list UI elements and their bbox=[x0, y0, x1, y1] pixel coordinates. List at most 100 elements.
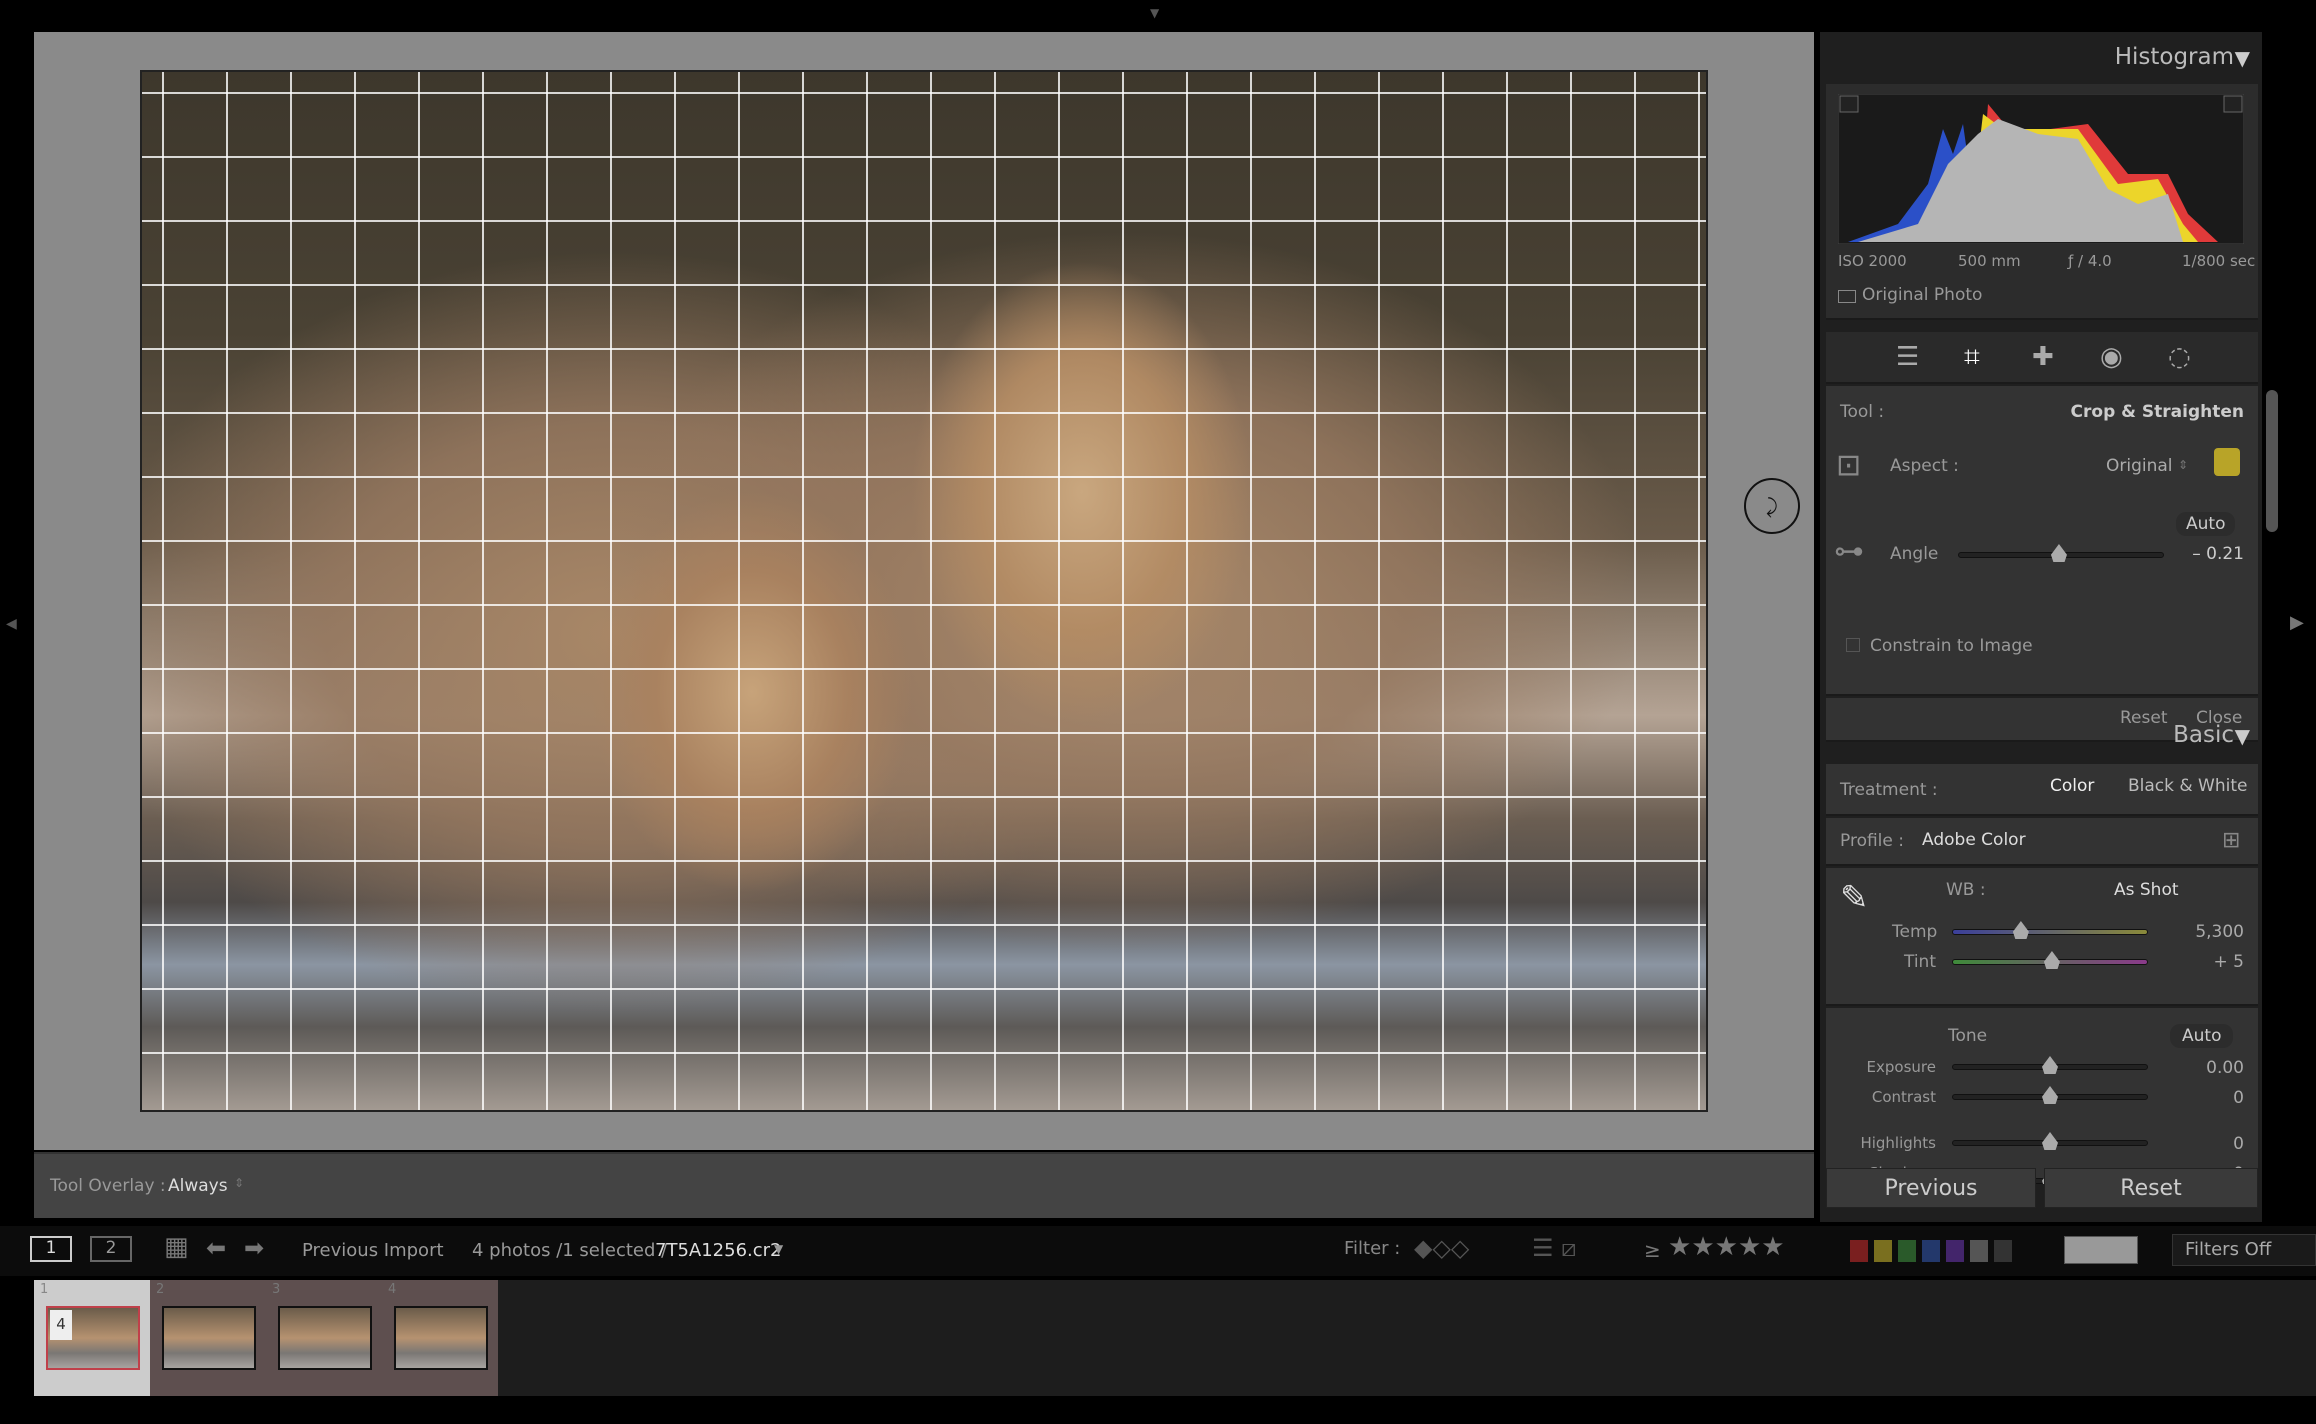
image-canvas[interactable]: ⤸ bbox=[34, 32, 1814, 1150]
color-label-swatch[interactable] bbox=[1898, 1240, 1916, 1262]
top-panel-toggle[interactable]: ▼ bbox=[1150, 6, 1159, 20]
color-label-swatch[interactable] bbox=[1994, 1240, 2012, 1262]
rating-operator[interactable]: ≥ bbox=[1644, 1238, 1661, 1262]
left-panel-toggle[interactable]: ◀ bbox=[6, 616, 17, 632]
grid-view-icon[interactable]: ▦ bbox=[164, 1232, 189, 1262]
collapse-triangle-icon[interactable]: ▼ bbox=[2235, 724, 2250, 748]
auto-straighten-button[interactable]: Auto bbox=[2176, 512, 2236, 536]
wb-label: WB : bbox=[1946, 880, 1986, 900]
tone-auto-button[interactable]: Auto bbox=[2170, 1024, 2234, 1048]
temp-label: Temp bbox=[1892, 922, 1938, 942]
tint-value[interactable]: + 5 bbox=[2214, 952, 2244, 972]
right-panel-toggle-icon[interactable]: ▶ bbox=[2290, 612, 2304, 633]
highlights-slider[interactable] bbox=[1952, 1132, 2148, 1150]
color-label-swatch[interactable] bbox=[1874, 1240, 1892, 1262]
forward-arrow-icon[interactable]: ➡ bbox=[244, 1234, 264, 1262]
tool-overlay-label: Tool Overlay : bbox=[50, 1176, 166, 1196]
crop-reset-button[interactable]: Reset bbox=[2120, 708, 2168, 728]
photo-crop-area[interactable] bbox=[140, 70, 1708, 1112]
rating-filter[interactable]: ★★★★★ bbox=[1668, 1232, 1785, 1262]
previous-button[interactable]: Previous bbox=[1826, 1168, 2036, 1208]
red-eye-icon[interactable]: ◉ bbox=[2100, 342, 2123, 372]
second-window-button[interactable]: 2 bbox=[90, 1236, 132, 1262]
eyedropper-icon[interactable]: ✎ bbox=[1840, 878, 1869, 918]
original-photo-checkbox[interactable] bbox=[1838, 290, 1856, 303]
contrast-slider-thumb[interactable] bbox=[2042, 1086, 2058, 1104]
angle-slider[interactable] bbox=[1958, 544, 2164, 562]
profile-label: Profile : bbox=[1840, 831, 1904, 851]
aperture: ƒ / 4.0 bbox=[2068, 252, 2112, 270]
dropdown-icon[interactable]: ▼ bbox=[774, 1242, 783, 1256]
filters-off-select[interactable]: Filters Off bbox=[2172, 1234, 2316, 1266]
aspect-select[interactable]: Original bbox=[2106, 456, 2173, 476]
color-label-swatch[interactable] bbox=[1850, 1240, 1868, 1262]
angle-slider-thumb[interactable] bbox=[2050, 544, 2067, 562]
contrast-value[interactable]: 0 bbox=[2233, 1088, 2244, 1108]
crop-icon[interactable]: ⌗ bbox=[1964, 340, 1980, 374]
thumb-index: 1 bbox=[40, 1282, 49, 1297]
reset-button[interactable]: Reset bbox=[2044, 1168, 2258, 1208]
color-label-filter[interactable] bbox=[1850, 1240, 2018, 1266]
crop-frame-icon[interactable]: ⊡ bbox=[1836, 448, 1861, 483]
thumb-index: 4 bbox=[388, 1282, 397, 1297]
filter-kind-toggle[interactable] bbox=[2064, 1236, 2138, 1264]
highlights-value[interactable]: 0 bbox=[2233, 1134, 2244, 1154]
exposure-value[interactable]: 0.00 bbox=[2206, 1058, 2244, 1078]
iso-value: ISO 2000 bbox=[1838, 252, 1907, 270]
lock-icon[interactable] bbox=[2214, 448, 2240, 476]
profile-browser-icon[interactable]: ⊞ bbox=[2222, 828, 2240, 853]
histogram-header[interactable]: Histogram bbox=[2115, 44, 2234, 70]
exposure-slider[interactable] bbox=[1952, 1056, 2148, 1074]
crop-grid-overlay bbox=[142, 72, 1706, 1110]
masking-icon[interactable]: ◌ bbox=[2168, 342, 2191, 372]
edit-sliders-icon[interactable]: ☰ bbox=[1896, 342, 1919, 372]
rotate-cursor-icon: ⤸ bbox=[1744, 478, 1800, 534]
treatment-bw[interactable]: Black & White bbox=[2128, 776, 2248, 796]
collapse-triangle-icon[interactable]: ▼ bbox=[2235, 46, 2250, 70]
photo-count: 4 photos /1 selected / bbox=[472, 1240, 668, 1261]
edit-filter-icons[interactable]: ☰ ⧄ bbox=[1532, 1234, 1576, 1262]
healing-icon[interactable]: ✚ bbox=[2032, 342, 2054, 372]
histogram-section: ISO 2000 500 mm ƒ / 4.0 1/800 sec Origin… bbox=[1826, 84, 2258, 320]
color-label-swatch[interactable] bbox=[1922, 1240, 1940, 1262]
toolbar: Tool Overlay : Always ⇕ bbox=[34, 1152, 1814, 1218]
tint-slider[interactable] bbox=[1952, 951, 2148, 969]
temp-slider[interactable] bbox=[1952, 921, 2148, 939]
straighten-tool-icon[interactable]: ⊶ bbox=[1834, 534, 1864, 569]
filmstrip-thumb[interactable]: 4 bbox=[382, 1280, 498, 1396]
tint-slider-thumb[interactable] bbox=[2043, 951, 2060, 969]
highlights-slider-thumb[interactable] bbox=[2042, 1132, 2058, 1150]
thumb-index: 2 bbox=[156, 1282, 165, 1297]
shadow-clipping-toggle bbox=[1839, 95, 1859, 113]
tool-overlay-select[interactable]: Always bbox=[168, 1176, 228, 1196]
filename[interactable]: 7T5A1256.cr2 bbox=[655, 1240, 782, 1261]
tone-section: Tone Auto Exposure 0.00 Contrast 0 Highl… bbox=[1826, 1008, 2258, 1184]
panel-scrollbar[interactable] bbox=[2266, 390, 2278, 532]
color-label-swatch[interactable] bbox=[1970, 1240, 1988, 1262]
main-window-button[interactable]: 1 bbox=[30, 1236, 72, 1262]
angle-value[interactable]: – 0.21 bbox=[2192, 544, 2244, 564]
treatment-color[interactable]: Color bbox=[2050, 776, 2094, 796]
temp-value[interactable]: 5,300 bbox=[2195, 922, 2244, 942]
tool-label: Tool : bbox=[1840, 402, 1885, 422]
filmstrip-thumb[interactable]: 3 bbox=[266, 1280, 382, 1396]
source-label[interactable]: Previous Import bbox=[302, 1240, 444, 1261]
color-label-swatch[interactable] bbox=[1946, 1240, 1964, 1262]
tool-strip: ☰ ⌗ ✚ ◉ ◌ bbox=[1826, 332, 2258, 384]
exposure-label: Exposure bbox=[1866, 1058, 1936, 1076]
back-arrow-icon[interactable]: ⬅ bbox=[206, 1234, 226, 1262]
wb-select[interactable]: As Shot bbox=[2114, 880, 2179, 900]
tone-label: Tone bbox=[1948, 1026, 1988, 1046]
right-panel: Histogram ▼ ISO 2000 500 mm ƒ / 4.0 1/80… bbox=[1820, 32, 2262, 1222]
constrain-checkbox[interactable] bbox=[1846, 638, 1860, 652]
filmstrip-thumb[interactable]: 2 bbox=[150, 1280, 266, 1396]
exposure-slider-thumb[interactable] bbox=[2042, 1056, 2058, 1074]
contrast-slider[interactable] bbox=[1952, 1086, 2148, 1104]
temp-slider-thumb[interactable] bbox=[2012, 921, 2029, 939]
basic-header[interactable]: Basic bbox=[2173, 722, 2234, 748]
stack-badge[interactable]: 4 bbox=[50, 1310, 72, 1340]
flag-filter-icons[interactable]: ◆◇◇ bbox=[1414, 1234, 1469, 1262]
filmstrip-thumb[interactable]: 1 4 bbox=[34, 1280, 150, 1396]
filmstrip[interactable]: 1 4 2 3 4 bbox=[34, 1280, 2316, 1396]
profile-select[interactable]: Adobe Color bbox=[1922, 830, 2026, 850]
